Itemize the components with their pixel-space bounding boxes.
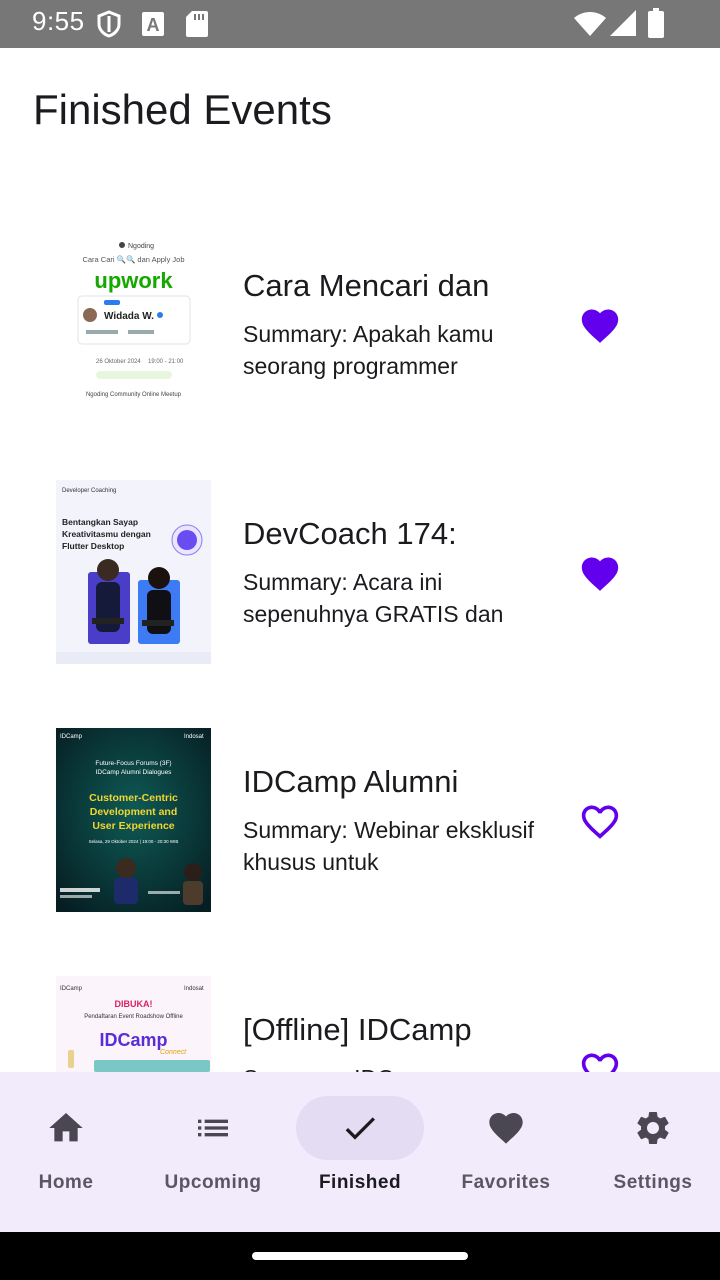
gear-icon [637,1112,669,1144]
svg-text:Indosat: Indosat [184,986,204,992]
status-bar: 9:55 A [0,0,720,48]
nav-label-upcoming: Upcoming [164,1172,262,1193]
thumb-tag: Connect [160,1049,187,1056]
home-gesture-handle[interactable] [252,1252,468,1260]
page-title: Finished Events [33,86,332,133]
svg-text:Bentangkan Sayap: Bentangkan Sayap [62,517,138,527]
thumb-name: Widada W. [104,311,154,322]
event-summary: Summary: Webinar eksklusif khusus untuk [243,817,534,875]
event-thumbnail: Ngoding Cara Cari 🔍🔍 dan Apply Job upwor… [56,232,211,416]
thumb-header: Cara Cari 🔍🔍 dan Apply Job [82,254,184,264]
event-card[interactable]: Ngoding Cara Cari 🔍🔍 dan Apply Job upwor… [0,200,720,448]
thumb-footer: Ngoding Community Online Meetup [86,392,182,398]
sd-card-icon [186,11,208,37]
heart-icon [489,1113,523,1144]
svg-text:Future-Focus Forums (3F): Future-Focus Forums (3F) [95,760,171,767]
text-a-icon: A [142,12,164,36]
check-icon [345,1117,375,1140]
bottom-navigation: Home Upcoming Finished Favorites Setting… [0,1072,720,1232]
heart-filled-icon [581,309,619,343]
thumb-header: Developer Coaching [62,488,116,494]
nav-item-upcoming[interactable]: Upcoming [140,1072,286,1232]
nav-item-home[interactable]: Home [0,1072,139,1232]
event-summary: Summary: Acara ini sepenuhnya GRATIS dan [243,569,504,627]
thumb-badge: DIBUKA! [115,999,153,1009]
heart-filled-icon [581,557,619,591]
svg-text:Indosat: Indosat [184,734,204,740]
nav-item-settings[interactable]: Settings [580,1072,720,1232]
event-card[interactable]: IDCamp Indosat DIBUKA! Pendaftaran Event… [0,944,720,1072]
event-card[interactable]: Developer Coaching Bentangkan Sayap Krea… [0,448,720,696]
heart-outline-icon [581,1053,619,1072]
nav-label-settings: Settings [613,1172,693,1193]
thumb-date: Selasa, 29 Oktober 2024 | 19:00 - 20:30 … [89,839,179,844]
svg-text:Development and: Development and [90,806,178,818]
event-title: [Offline] IDCamp [243,1012,472,1047]
favorite-button[interactable] [572,1040,628,1072]
svg-text:IDCamp: IDCamp [60,734,83,740]
event-thumbnail: IDCamp Indosat DIBUKA! Pendaftaran Event… [56,976,211,1072]
wifi-icon [574,12,606,36]
svg-text:Kreativitasmu dengan: Kreativitasmu dengan [62,529,151,539]
svg-text:A: A [147,15,160,35]
thumb-brand: upwork [94,268,173,293]
cell-signal-icon [610,10,636,36]
list-icon [198,1119,228,1137]
event-thumbnail: IDCamp Indosat Future-Focus Forums (3F) … [56,728,211,912]
shield-icon [97,10,121,38]
home-icon [49,1113,83,1142]
svg-text:User Experience: User Experience [92,820,174,832]
favorite-button[interactable] [572,544,628,600]
thumb-brand: IDCamp [99,1030,167,1050]
nav-label-finished: Finished [318,1172,402,1193]
battery-icon [648,8,664,38]
event-list[interactable]: Ngoding Cara Cari 🔍🔍 dan Apply Job upwor… [0,200,720,1072]
svg-text:Flutter Desktop: Flutter Desktop [62,541,124,551]
nav-label-home: Home [38,1172,94,1193]
thumb-date: 26 Oktober 2024 [96,359,141,365]
svg-text:IDCamp Alumni Dialogues: IDCamp Alumni Dialogues [96,769,173,776]
event-summary: Summary: Apakah kamu seorang programmer [243,321,494,379]
svg-text:Ngoding: Ngoding [128,243,154,250]
nav-label-favorites: Favorites [461,1172,551,1193]
event-summary: Summary: IDCamp [243,1062,543,1072]
event-title: Cara Mencari dan [243,268,490,303]
event-thumbnail: Developer Coaching Bentangkan Sayap Krea… [56,480,211,664]
thumb-sub: Pendaftaran Event Roadshow Offline [84,1014,183,1020]
heart-outline-icon [581,805,619,839]
nav-item-finished[interactable]: Finished [287,1072,433,1232]
favorite-button[interactable] [572,792,628,848]
event-card[interactable]: IDCamp Indosat Future-Focus Forums (3F) … [0,696,720,944]
gesture-navigation-bar [0,1232,720,1280]
svg-text:Customer-Centric: Customer-Centric [89,792,178,804]
status-time: 9:55 [32,6,85,36]
svg-text:IDCamp: IDCamp [60,986,83,992]
nav-item-favorites[interactable]: Favorites [433,1072,579,1232]
thumb-time: 19:00 - 21:00 [148,359,184,365]
event-title: IDCamp Alumni [243,764,459,799]
event-title: DevCoach 174: [243,516,457,551]
favorite-button[interactable] [572,296,628,352]
